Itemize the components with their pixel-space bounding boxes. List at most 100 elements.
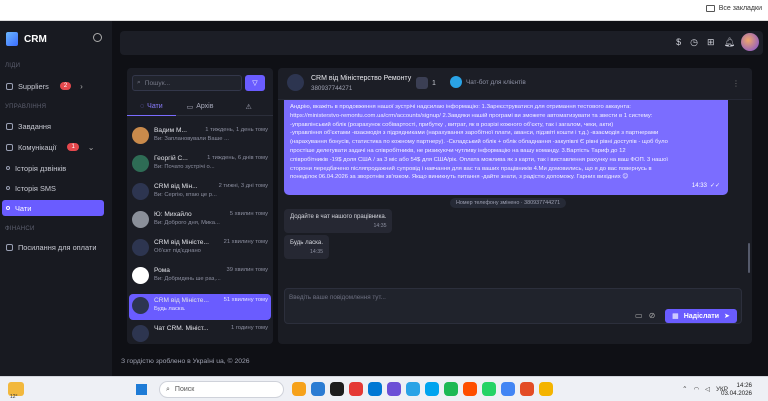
dollar-icon[interactable]: $: [676, 37, 681, 48]
volume-icon[interactable]: ◁: [705, 385, 710, 393]
clock-date: 03.04.2026: [721, 390, 752, 397]
wifi-icon[interactable]: ◠: [693, 385, 699, 393]
sidebar-item-tasks[interactable]: Завдання: [2, 118, 104, 134]
windows-start-icon[interactable]: [136, 384, 147, 395]
telegram-icon: [450, 76, 462, 88]
taskbar-app-icon[interactable]: [520, 382, 534, 396]
section-leads: ЛІДИ: [5, 63, 21, 69]
message-time: 14:35: [373, 223, 387, 229]
bullet-icon: [6, 206, 10, 210]
objects-count[interactable]: 1: [416, 77, 436, 89]
taskbar-app-icon[interactable]: [330, 382, 344, 396]
message-composer[interactable]: Введіть ваше повідомлення тут... ▭ ⊘ ▦ Н…: [284, 288, 742, 324]
taskbar-app-icon[interactable]: [425, 382, 439, 396]
message-text: Додайте в чат нашого працівника.: [290, 213, 387, 220]
chat-item-preview: Ви: Доброго дня, Мика...: [154, 220, 220, 226]
chat-list-item[interactable]: Чат CRM. Мініст... 1 годину тому: [129, 322, 271, 344]
contact-avatar: [287, 74, 304, 91]
chat-list-item[interactable]: Ю: Михайло 5 хвилин тому Ви: Доброго дня, …: [129, 208, 271, 234]
message-input[interactable]: Введіть ваше повідомлення тут...: [289, 294, 386, 301]
contact-avatar: [132, 239, 149, 256]
incoming-message: Будь ласка. 14:35: [284, 235, 330, 259]
chat-list-item[interactable]: CRM від Мін... 2 тижні, 3 дні тому Ви: Сер…: [129, 180, 271, 206]
chat-item-body: Чат CRM. Мініст... 1 годину тому: [154, 325, 268, 344]
sidebar-item-call-history[interactable]: Історія дзвінків: [2, 160, 104, 176]
bell-icon[interactable]: 🔔︎: [724, 37, 735, 48]
sidebar-item-communications[interactable]: Комунікації 1 ⌄: [2, 139, 104, 155]
scrollbar[interactable]: [748, 243, 750, 273]
sidebar-item-suppliers[interactable]: Suppliers 2 ›: [2, 78, 104, 94]
objects-count-value: 1: [432, 79, 436, 87]
user-avatar[interactable]: [741, 33, 759, 51]
taskbar-app-icon[interactable]: [482, 382, 496, 396]
chat-bubble-icon: ◌: [139, 103, 145, 110]
taskbar-app-icon[interactable]: [292, 382, 306, 396]
bullet-icon: [6, 166, 10, 170]
sidebar-item-chats[interactable]: Чати: [2, 200, 104, 216]
brand-logo[interactable]: CRM: [6, 32, 47, 46]
taskbar-app-icon[interactable]: [539, 382, 553, 396]
chat-item-preview: Ви: Добридень ше раз,...: [154, 276, 221, 282]
taskbar-app-icon[interactable]: [444, 382, 458, 396]
contact-avatar: [132, 325, 149, 342]
contact-phone: 380937744271: [311, 85, 353, 92]
filter-icon: ▽: [252, 80, 258, 87]
sidebar-item-sms-history[interactable]: Історія SMS: [2, 180, 104, 196]
warning-icon: ⚠: [245, 103, 252, 111]
taskbar-app-icon[interactable]: [349, 382, 363, 396]
chat-item-name: CRM від Міністе...: [154, 297, 209, 304]
chat-list-item[interactable]: CRM від Міністе... 21 хвилину тому Об'єкт …: [129, 236, 271, 262]
clock[interactable]: 14:26 03.04.2026: [721, 382, 752, 398]
grid-icon[interactable]: ⊞: [707, 37, 715, 48]
message-time: 14:33 ✓✓: [692, 182, 720, 191]
message-line: https://ministerstvo-remontu.com.ua/crm/…: [290, 112, 653, 119]
chat-item-preview: Ви: Сергію, втаю це р...: [154, 192, 217, 198]
taskbar-app-icon[interactable]: [311, 382, 325, 396]
taskbar-search[interactable]: ⌕ Поиск: [159, 381, 284, 398]
message-line: -управлінський облік (розрахунок собівар…: [290, 121, 614, 128]
chatbot-select[interactable]: Чат-бот для клієнтів: [450, 76, 526, 88]
sidebar-item-label: Завдання: [18, 121, 52, 131]
system-message: Номер телефону змінено · 380937744271: [450, 198, 567, 208]
tab-archive[interactable]: ▭ Архів: [175, 98, 225, 116]
chat-item-name: Вадим М...: [154, 127, 187, 134]
chevron-up-icon[interactable]: ⌃: [682, 385, 687, 393]
sidebar-item-payment-links[interactable]: Посилання для оплати: [2, 239, 104, 255]
sidebar-item-label: Комунікації: [18, 142, 57, 152]
sidebar-item-label: Історія дзвінків: [15, 163, 67, 173]
taskbar-app-icon[interactable]: [406, 382, 420, 396]
message-time-value: 14:33: [691, 183, 707, 190]
settings-icon[interactable]: [93, 33, 102, 42]
brand-name: CRM: [24, 33, 47, 45]
section-finance: ФІНАНСИ: [5, 226, 35, 232]
history-icon[interactable]: ◷: [690, 37, 698, 48]
send-button[interactable]: ▦ Надіслати ➤: [665, 309, 737, 323]
tab-chats[interactable]: ◌ Чати: [127, 98, 176, 116]
message-line: Андрію, вкажіть в продовження нашої зуст…: [290, 104, 631, 110]
contact-avatar: [132, 211, 149, 228]
filter-button[interactable]: ▽: [245, 75, 265, 91]
taskbar-app-icon[interactable]: [463, 382, 477, 396]
chat-item-time: 21 хвилину тому: [223, 239, 268, 245]
search-input[interactable]: ⌕ Пошук...: [132, 75, 242, 91]
chat-list-item[interactable]: CRM від Міністе... 51 хвилину тому Будь ла…: [129, 294, 271, 320]
tab-warnings[interactable]: ⚠: [224, 98, 273, 116]
chat-pane: CRM від Міністерство Ремонту 38093774427…: [278, 68, 752, 344]
contact-avatar: [132, 183, 149, 200]
template-icon[interactable]: ▭: [635, 311, 643, 320]
chat-header: CRM від Міністерство Ремонту 38093774427…: [278, 68, 752, 100]
chat-item-name: CRM від Мін...: [154, 183, 198, 190]
all-bookmarks-button[interactable]: Все закладки: [705, 5, 762, 12]
taskbar-app-icon[interactable]: [501, 382, 515, 396]
send-icon: ➤: [724, 313, 730, 320]
more-options-icon[interactable]: ⋮: [732, 79, 740, 88]
taskbar-app-icon[interactable]: [368, 382, 382, 396]
chat-item-name: Чат CRM. Мініст...: [154, 325, 209, 332]
taskbar-app-icon[interactable]: [387, 382, 401, 396]
chat-list-item[interactable]: Вадим М... 1 тиждень, 1 день тому Ви: Запл…: [129, 124, 271, 150]
attach-icon[interactable]: ⊘: [649, 311, 656, 320]
chat-item-time: 2 тижні, 3 дні тому: [218, 183, 268, 189]
chat-list-item[interactable]: Рома 39 хвилин тому Ви: Добридень ше раз,.…: [129, 264, 271, 290]
search-placeholder: Пошук...: [144, 79, 171, 87]
chat-list-item[interactable]: Георгій С... 1 тиждень, 6 днів тому Ви: По…: [129, 152, 271, 178]
